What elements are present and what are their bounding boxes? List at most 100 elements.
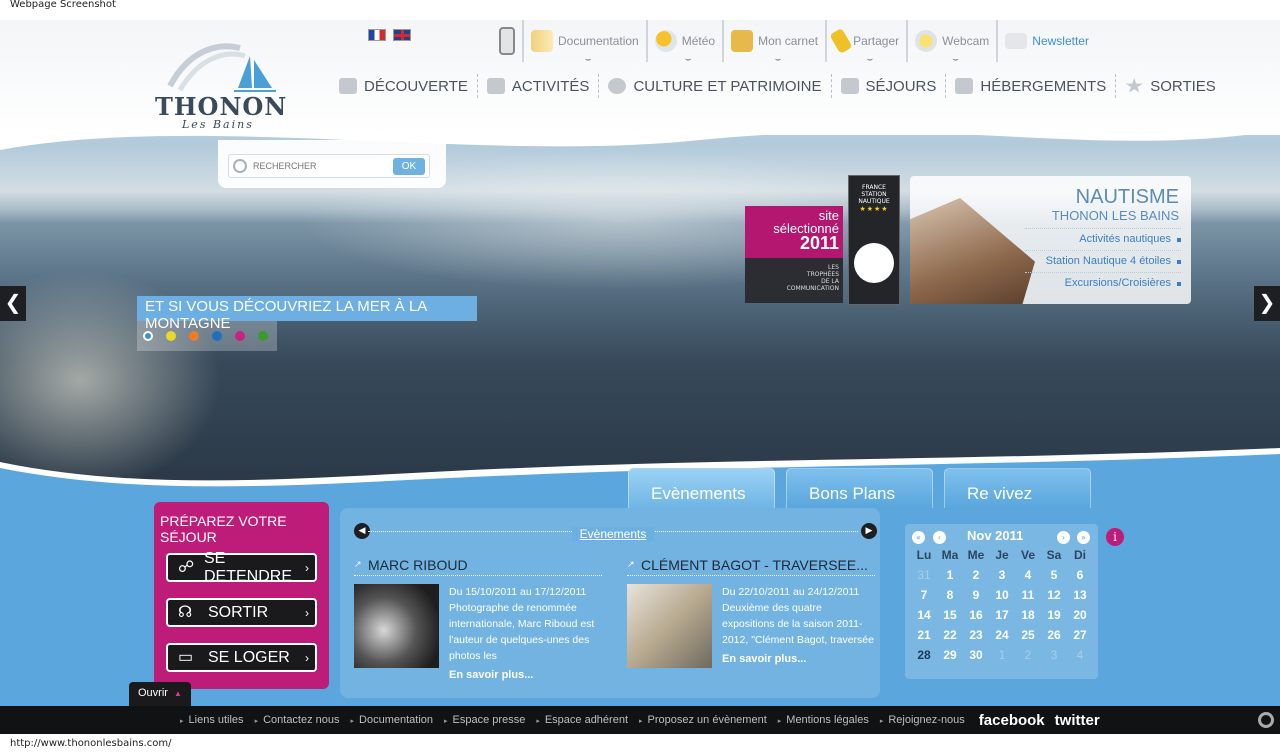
tool-webcam[interactable]: Webcam ⌣ [906,20,996,65]
calendar-day[interactable]: 21 [911,628,937,644]
ouvrir-toggle[interactable]: Ouvrir ▲ [129,682,191,706]
calendar-day[interactable]: 31 [911,568,937,584]
slider-dot-6[interactable] [258,331,268,341]
english-flag-icon[interactable] [393,29,411,41]
event-photo[interactable] [354,584,439,668]
slider-dot-1[interactable] [143,331,153,341]
tool-mobile[interactable] [492,20,522,62]
footer-link[interactable]: Mentions légales [778,714,869,726]
calendar-day[interactable]: 1 [989,648,1015,664]
calendar-day[interactable]: 24 [989,628,1015,644]
calendar-day[interactable]: 22 [937,628,963,644]
calendar-day[interactable]: 28 [911,648,937,664]
calendar-day[interactable]: 11 [1015,588,1041,604]
calendar-day[interactable]: 27 [1067,628,1093,644]
nav-culture[interactable]: Culture et patrimoine [599,74,832,98]
calendar-day[interactable]: 12 [1041,588,1067,604]
calendar-day[interactable]: 15 [937,608,963,624]
nav-sejours[interactable]: Séjours [832,74,947,98]
calendar-day[interactable]: 6 [1067,568,1093,584]
calendar-day[interactable]: 3 [989,568,1015,584]
calendar-day[interactable]: 30 [963,648,989,664]
footer-link[interactable]: Liens utiles [180,714,244,726]
calendar-day[interactable]: 5 [1041,568,1067,584]
weather-icon [654,30,677,52]
event-title[interactable]: MARC RIBOUD [354,557,602,576]
calendar-day[interactable]: 29 [937,648,963,664]
search-input[interactable] [253,161,393,171]
calendar-day[interactable]: 14 [911,608,937,624]
tab-re-vivez[interactable]: Re vivez [944,468,1091,508]
calendar-day[interactable]: 17 [989,608,1015,624]
sortir-button[interactable]: ☊ SORTIR › [166,598,317,627]
tab-bons-plans[interactable]: Bons Plans [786,468,933,508]
slider-prev-button[interactable]: ❮ [0,286,26,321]
nav-hebergements[interactable]: Hébergements [946,74,1117,98]
footer-link[interactable]: Espace adhérent [536,714,628,726]
info-icon[interactable]: i [1106,528,1124,546]
nav-sorties[interactable]: Sorties [1116,74,1225,98]
tool-partager[interactable]: Partager ⌣ [825,20,906,65]
footer-link[interactable]: Rejoignez-nous [880,714,964,726]
tool-newsletter[interactable]: Newsletter [996,20,1096,62]
calendar-day[interactable]: 13 [1067,588,1093,604]
footer-link[interactable]: Proposez un évènement [639,714,767,726]
nautisme-link-station[interactable]: Station Nautique 4 étoiles [1025,250,1181,272]
event-title[interactable]: CLÉMENT BAGOT - TRAVERSEE... [627,557,875,576]
calendar-day[interactable]: 4 [1067,648,1093,664]
search-ok-button[interactable]: OK [393,157,425,175]
calendar-day[interactable]: 19 [1041,608,1067,624]
calendar-prev-month-button[interactable]: ‹ [933,531,946,544]
se-loger-button[interactable]: ▭ SE LOGER › [166,643,317,672]
tool-meteo[interactable]: Météo ⌣ [645,20,722,65]
french-flag-icon[interactable] [368,29,386,41]
calendar-day[interactable]: 25 [1015,628,1041,644]
calendar-day[interactable]: 7 [911,588,937,604]
tool-documentation[interactable]: Documentation ⌣ [522,20,646,65]
calendar-day[interactable]: 20 [1067,608,1093,624]
se-detendre-button[interactable]: ☍ SE DETENDRE › [166,550,317,585]
calendar-day[interactable]: 8 [937,588,963,604]
event-more-link[interactable]: En savoir plus... [722,651,877,667]
slider-dot-5[interactable] [235,331,245,341]
tab-evenements[interactable]: Evènements [628,468,775,508]
footer-link[interactable]: Contactez nous [255,714,339,726]
calendar-day[interactable]: 2 [1015,648,1041,664]
calendar-next-month-button[interactable]: › [1057,531,1070,544]
twitter-link[interactable]: twitter [1055,712,1100,729]
station-nautique-badge[interactable]: FRANCE STATION NAUTIQUE ★★★★ [848,175,900,305]
events-header-link[interactable]: Evènements [571,527,655,541]
event-more-link[interactable]: En savoir plus... [449,667,604,683]
slider-dot-4[interactable] [212,331,222,341]
calendar-day[interactable]: 2 [963,568,989,584]
calendar-day[interactable]: 9 [963,588,989,604]
event-photo[interactable] [627,584,712,668]
footer-link[interactable]: Espace presse [444,714,526,726]
calendar-day[interactable]: 3 [1041,648,1067,664]
slide-caption[interactable]: Et si vous découvriez la mer à la montag… [137,296,477,332]
calendar-day[interactable]: 23 [963,628,989,644]
slider-dot-2[interactable] [166,331,176,341]
nautisme-link-activites[interactable]: Activités nautiques [1025,228,1181,250]
slider-dot-3[interactable] [189,331,199,341]
suitcase-icon [840,78,859,94]
site-selectionne-badge[interactable]: site sélectionné 2011 LES TROPHÉES DE LA… [745,206,843,303]
nav-activites[interactable]: Activités [478,74,600,98]
calendar-day[interactable]: 4 [1015,568,1041,584]
facebook-link[interactable]: facebook [979,712,1045,729]
slider-next-button[interactable]: ❯ [1254,286,1280,321]
tool-carnet[interactable]: Mon carnet ⌣ [722,20,825,65]
footer-link[interactable]: Documentation [351,714,433,726]
calendar-day[interactable]: 16 [963,608,989,624]
calendar-day[interactable]: 10 [989,588,1015,604]
nautisme-link-excursions[interactable]: Excursions/Croisières [1025,272,1181,294]
site-logo[interactable]: THONON Les Bains [150,38,290,133]
calendar-day[interactable]: 26 [1041,628,1067,644]
events-next-button[interactable]: ▶ [861,523,877,539]
calendar-next-year-button[interactable]: » [1077,531,1090,544]
calendar-prev-year-button[interactable]: « [912,531,925,544]
calendar-day[interactable]: 18 [1015,608,1041,624]
nav-decouverte[interactable]: Découverte [330,74,478,98]
search-magnifier-icon[interactable] [1258,712,1274,728]
calendar-day[interactable]: 1 [937,568,963,584]
